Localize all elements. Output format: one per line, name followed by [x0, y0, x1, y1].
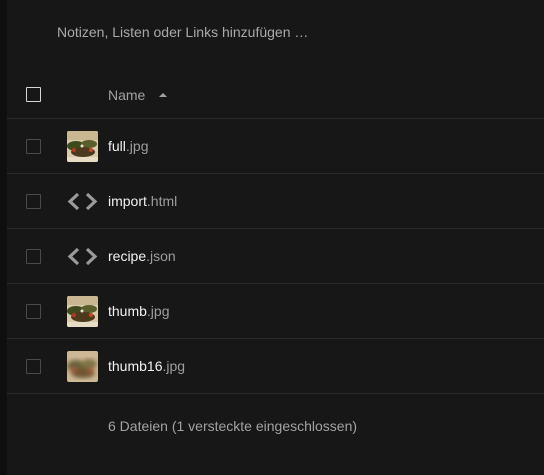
file-name[interactable]: thumb16.jpg: [108, 358, 185, 374]
file-extension: .html: [146, 193, 178, 209]
file-basename: full: [108, 138, 126, 154]
file-name[interactable]: full.jpg: [108, 138, 148, 154]
row-checkbox[interactable]: [26, 249, 41, 264]
image-thumbnail-icon: [67, 131, 98, 162]
name-column-label: Name: [108, 87, 146, 103]
file-row-import-html[interactable]: import.html: [7, 174, 544, 229]
sort-by-name-button[interactable]: Name: [108, 87, 168, 103]
file-count-summary: 6 Dateien (1 versteckte eingeschlossen): [108, 418, 358, 434]
blurred-thumbnail-icon: [67, 351, 98, 382]
file-row-thumb16-jpg[interactable]: thumb16.jpg: [7, 339, 544, 394]
row-checkbox[interactable]: [26, 139, 41, 154]
row-checkbox[interactable]: [26, 359, 41, 374]
file-list: full.jpg import.html recipe.json thumb.j…: [7, 119, 544, 394]
file-basename: recipe: [108, 248, 147, 264]
file-row-full-jpg[interactable]: full.jpg: [7, 119, 544, 174]
file-basename: thumb: [108, 303, 147, 319]
file-basename: import: [108, 193, 147, 209]
code-icon: [67, 186, 98, 217]
left-sidebar-edge: [0, 0, 7, 475]
file-name[interactable]: thumb.jpg: [108, 303, 170, 319]
file-row-thumb-jpg[interactable]: thumb.jpg: [7, 284, 544, 339]
file-row-recipe-json[interactable]: recipe.json: [7, 229, 544, 284]
file-list-header: Name: [7, 70, 544, 119]
notes-input[interactable]: Notizen, Listen oder Links hinzufügen …: [57, 24, 308, 40]
row-checkbox[interactable]: [26, 194, 41, 209]
file-extension: .jpg: [125, 138, 149, 154]
file-extension: .jpg: [146, 303, 170, 319]
select-all-checkbox[interactable]: [26, 87, 41, 102]
file-extension: .jpg: [162, 358, 186, 374]
file-name[interactable]: import.html: [108, 193, 177, 209]
file-basename: thumb16: [108, 358, 163, 374]
file-name[interactable]: recipe.json: [108, 248, 176, 264]
file-extension: .json: [146, 248, 176, 264]
code-icon: [67, 241, 98, 272]
sort-ascending-icon: [159, 93, 168, 97]
image-thumbnail-icon: [67, 296, 98, 327]
row-checkbox[interactable]: [26, 304, 41, 319]
